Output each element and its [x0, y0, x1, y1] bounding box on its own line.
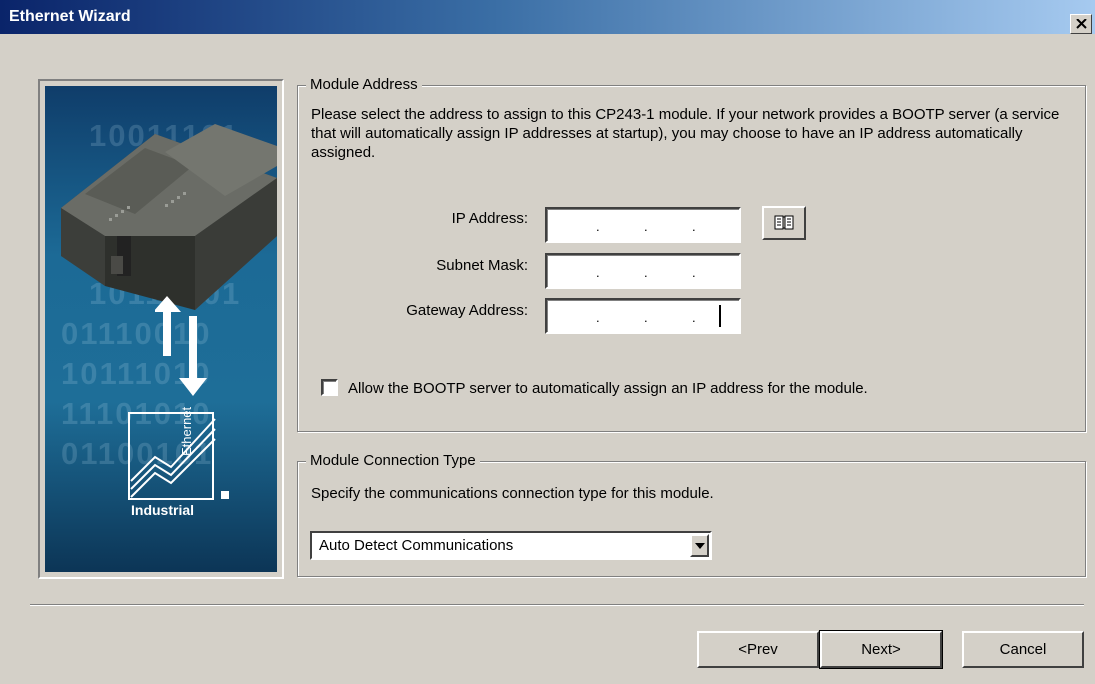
prev-button[interactable]: <Prev [697, 631, 819, 668]
ip-address-label: IP Address: [451, 210, 528, 227]
window-title: Ethernet Wizard [9, 8, 131, 25]
illustration-panel: 10011101 10110101 01110010 10111010 1110… [45, 86, 277, 572]
address-book-icon [774, 215, 794, 230]
close-button[interactable] [1070, 14, 1092, 34]
close-icon [1076, 19, 1087, 29]
connection-type-value: Auto Detect Communications [319, 537, 514, 554]
dropdown-button[interactable] [690, 534, 709, 557]
cancel-button[interactable]: Cancel [962, 631, 1084, 668]
logo-text: Industrial [131, 502, 195, 518]
transfer-arrows-icon [155, 296, 207, 396]
subnet-mask-label: Subnet Mask: [436, 257, 528, 274]
ip-address-field[interactable]: . . . [545, 207, 741, 243]
wizard-illustration: 10011101 10110101 01110010 10111010 1110… [38, 79, 284, 579]
text-cursor [719, 305, 721, 327]
module-address-title: Module Address [306, 76, 422, 94]
logo-vertical-text: Ethernet [179, 406, 194, 456]
connection-type-description: Specify the communications connection ty… [311, 485, 714, 502]
bootp-label[interactable]: Allow the BOOTP server to automatically … [348, 380, 868, 397]
next-button[interactable]: Next> [819, 630, 943, 669]
chevron-down-icon [695, 543, 705, 549]
subnet-mask-field[interactable]: . . . [545, 253, 741, 289]
bootp-checkbox[interactable] [321, 379, 338, 396]
connection-type-title: Module Connection Type [306, 452, 480, 470]
title-bar: Ethernet Wizard [0, 0, 1095, 34]
footer-divider [30, 604, 1084, 606]
gateway-address-field[interactable]: . . . [545, 298, 741, 334]
connection-type-select[interactable]: Auto Detect Communications [310, 531, 712, 560]
gateway-address-label: Gateway Address: [406, 302, 528, 319]
plc-module-icon [61, 124, 277, 310]
address-book-button[interactable] [762, 206, 806, 240]
module-address-description: Please select the address to assign to t… [311, 106, 1060, 161]
